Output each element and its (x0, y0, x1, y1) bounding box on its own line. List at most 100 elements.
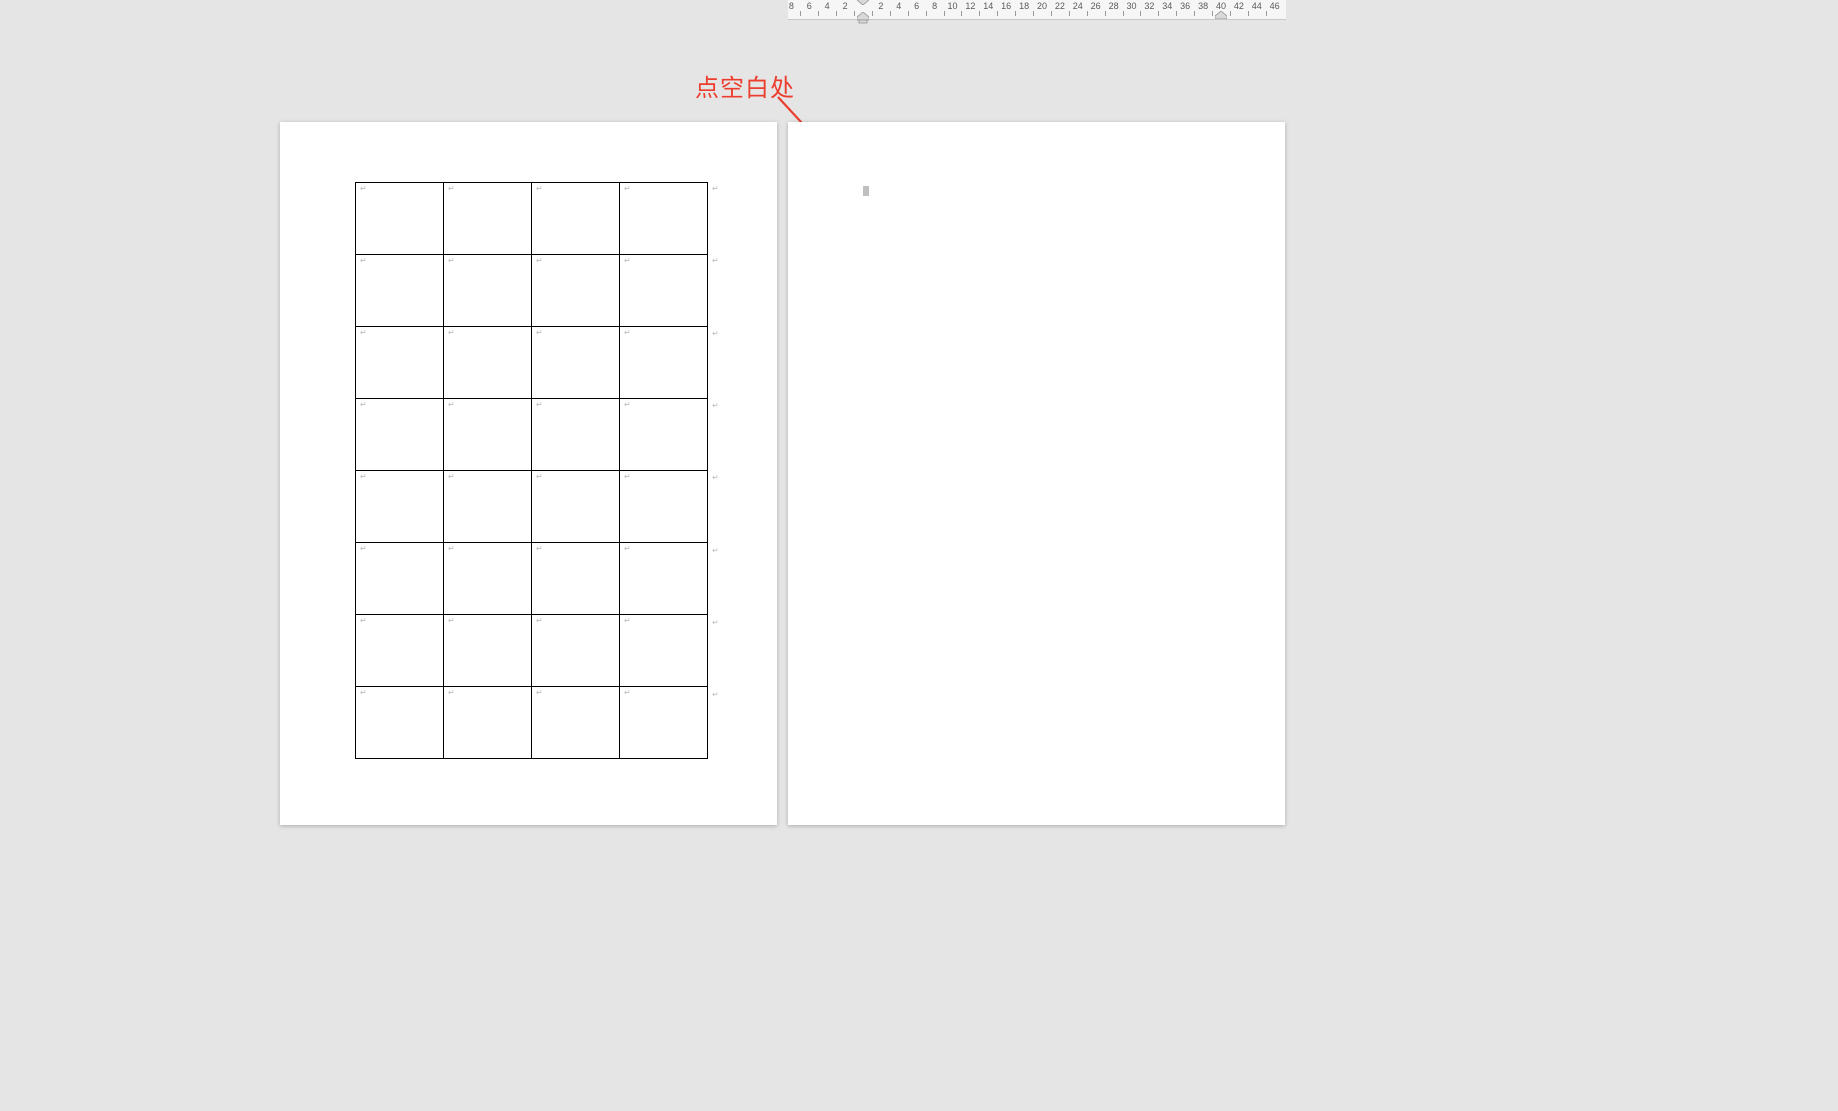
ruler-number: 10 (947, 1, 957, 11)
table-row: ↵↵↵↵ (356, 255, 708, 327)
ruler-tick (1248, 11, 1249, 16)
table-cell[interactable]: ↵ (532, 327, 620, 399)
table-cell[interactable]: ↵ (444, 399, 532, 471)
cell-end-mark-icon: ↵ (536, 329, 543, 337)
cell-end-mark-icon: ↵ (536, 545, 543, 553)
ruler-tick (1140, 11, 1141, 16)
annotation-text: 点空白处 (695, 68, 795, 103)
table-cell[interactable]: ↵ (356, 255, 444, 327)
ruler-tick (1158, 11, 1159, 16)
table-row: ↵↵↵↵ (356, 615, 708, 687)
cell-end-mark-icon: ↵ (448, 545, 455, 553)
document-table[interactable]: ↵↵↵↵↵↵↵↵↵↵↵↵↵↵↵↵↵↵↵↵↵↵↵↵↵↵↵↵↵↵↵↵ (355, 182, 708, 759)
cell-end-mark-icon: ↵ (624, 329, 631, 337)
table-cell[interactable]: ↵ (532, 687, 620, 759)
ruler-number: 6 (914, 1, 919, 11)
ruler-tick (818, 11, 819, 16)
table-cell[interactable]: ↵ (620, 255, 708, 327)
table-cell[interactable]: ↵ (444, 255, 532, 327)
cell-end-mark-icon: ↵ (536, 617, 543, 625)
table-cell[interactable]: ↵ (356, 183, 444, 255)
ruler-tick (1087, 11, 1088, 16)
cell-end-mark-icon: ↵ (360, 401, 367, 409)
ruler-tick (1069, 11, 1070, 16)
ruler-tick (1230, 11, 1231, 16)
left-indent-marker[interactable] (857, 12, 869, 24)
table-cell[interactable]: ↵ (620, 327, 708, 399)
ruler-tick (961, 11, 962, 16)
table-cell[interactable]: ↵ (356, 327, 444, 399)
right-indent-marker[interactable] (1215, 11, 1227, 19)
ruler-number: 38 (1198, 1, 1208, 11)
ruler-number: 40 (1216, 1, 1226, 11)
cell-end-mark-icon: ↵ (448, 473, 455, 481)
ruler-number: 4 (896, 1, 901, 11)
ruler-number: 4 (825, 1, 830, 11)
table-cell[interactable]: ↵ (620, 183, 708, 255)
cell-end-mark-icon: ↵ (624, 257, 631, 265)
ruler-tick (908, 11, 909, 16)
cell-end-mark-icon: ↵ (624, 689, 631, 697)
table-cell[interactable]: ↵ (444, 183, 532, 255)
ruler-tick (1176, 11, 1177, 16)
table-cell[interactable]: ↵ (532, 399, 620, 471)
ruler-tick (1033, 11, 1034, 16)
table-cell[interactable]: ↵ (356, 471, 444, 543)
table-cell[interactable]: ↵ (620, 543, 708, 615)
cell-end-mark-icon: ↵ (624, 185, 631, 193)
ruler-number: 42 (1234, 1, 1244, 11)
cell-end-mark-icon: ↵ (448, 329, 455, 337)
ruler-tick (1212, 11, 1213, 16)
ruler-tick (1015, 11, 1016, 16)
ruler-number: 8 (789, 1, 794, 11)
ruler-number: 36 (1180, 1, 1190, 11)
table-row: ↵ ↵ ↵ ↵ (356, 543, 708, 615)
ruler-number: 8 (932, 1, 937, 11)
page-1[interactable]: ↵↵↵↵↵↵↵↵↵↵↵↵↵↵↵↵↵↵↵↵↵↵↵↵↵↵↵↵↵↵↵↵ ↵↵↵↵↵↵↵… (280, 122, 777, 825)
table-cell[interactable]: ↵ (532, 615, 620, 687)
table-row: ↵ ↵ ↵ ↵ (356, 399, 708, 471)
table-cell[interactable]: ↵ (356, 543, 444, 615)
document-workspace: ↵↵↵↵↵↵↵↵↵↵↵↵↵↵↵↵↵↵↵↵↵↵↵↵↵↵↵↵↵↵↵↵ ↵↵↵↵↵↵↵… (0, 122, 1838, 1111)
cell-end-mark-icon: ↵ (360, 473, 367, 481)
table-cell[interactable]: ↵ (444, 615, 532, 687)
cell-end-mark-icon: ↵ (448, 689, 455, 697)
row-end-mark-icon: ↵ (712, 330, 719, 338)
cell-end-mark-icon: ↵ (536, 401, 543, 409)
table-cell[interactable]: ↵ (532, 183, 620, 255)
cell-end-mark-icon: ↵ (360, 329, 367, 337)
ruler-tick (872, 11, 873, 16)
table-cell[interactable]: ↵ (532, 543, 620, 615)
row-end-mark-icon: ↵ (712, 185, 719, 193)
table-cell[interactable]: ↵ (356, 615, 444, 687)
ruler-number: 2 (843, 1, 848, 11)
horizontal-ruler[interactable]: 8642246810121416182022242628303234363840… (788, 0, 1286, 20)
cell-end-mark-icon: ↵ (624, 473, 631, 481)
table-cell[interactable]: ↵ (532, 471, 620, 543)
ruler-number: 46 (1270, 1, 1280, 11)
table-row: ↵ ↵ ↵ ↵ (356, 687, 708, 759)
ruler-number: 18 (1019, 1, 1029, 11)
table-cell[interactable]: ↵ (620, 471, 708, 543)
table-cell[interactable]: ↵ (444, 327, 532, 399)
ruler-tick (1105, 11, 1106, 16)
table-cell[interactable]: ↵ (356, 399, 444, 471)
cell-end-mark-icon: ↵ (360, 185, 367, 193)
ruler-number: 20 (1037, 1, 1047, 11)
ruler-tick (979, 11, 980, 16)
table-cell[interactable]: ↵ (620, 615, 708, 687)
page-2[interactable] (788, 122, 1285, 825)
cell-end-mark-icon: ↵ (536, 689, 543, 697)
table-cell[interactable]: ↵ (444, 687, 532, 759)
table-cell[interactable]: ↵ (620, 399, 708, 471)
table-cell[interactable]: ↵ (356, 687, 444, 759)
ruler-number: 44 (1252, 1, 1262, 11)
table-cell[interactable]: ↵ (620, 687, 708, 759)
table-cell[interactable]: ↵ (444, 543, 532, 615)
first-line-indent-marker[interactable] (857, 0, 869, 5)
ruler-tick (944, 11, 945, 16)
table-cell[interactable]: ↵ (532, 255, 620, 327)
row-end-mark-icon: ↵ (712, 691, 719, 699)
table-cell[interactable]: ↵ (444, 471, 532, 543)
cell-end-mark-icon: ↵ (536, 257, 543, 265)
